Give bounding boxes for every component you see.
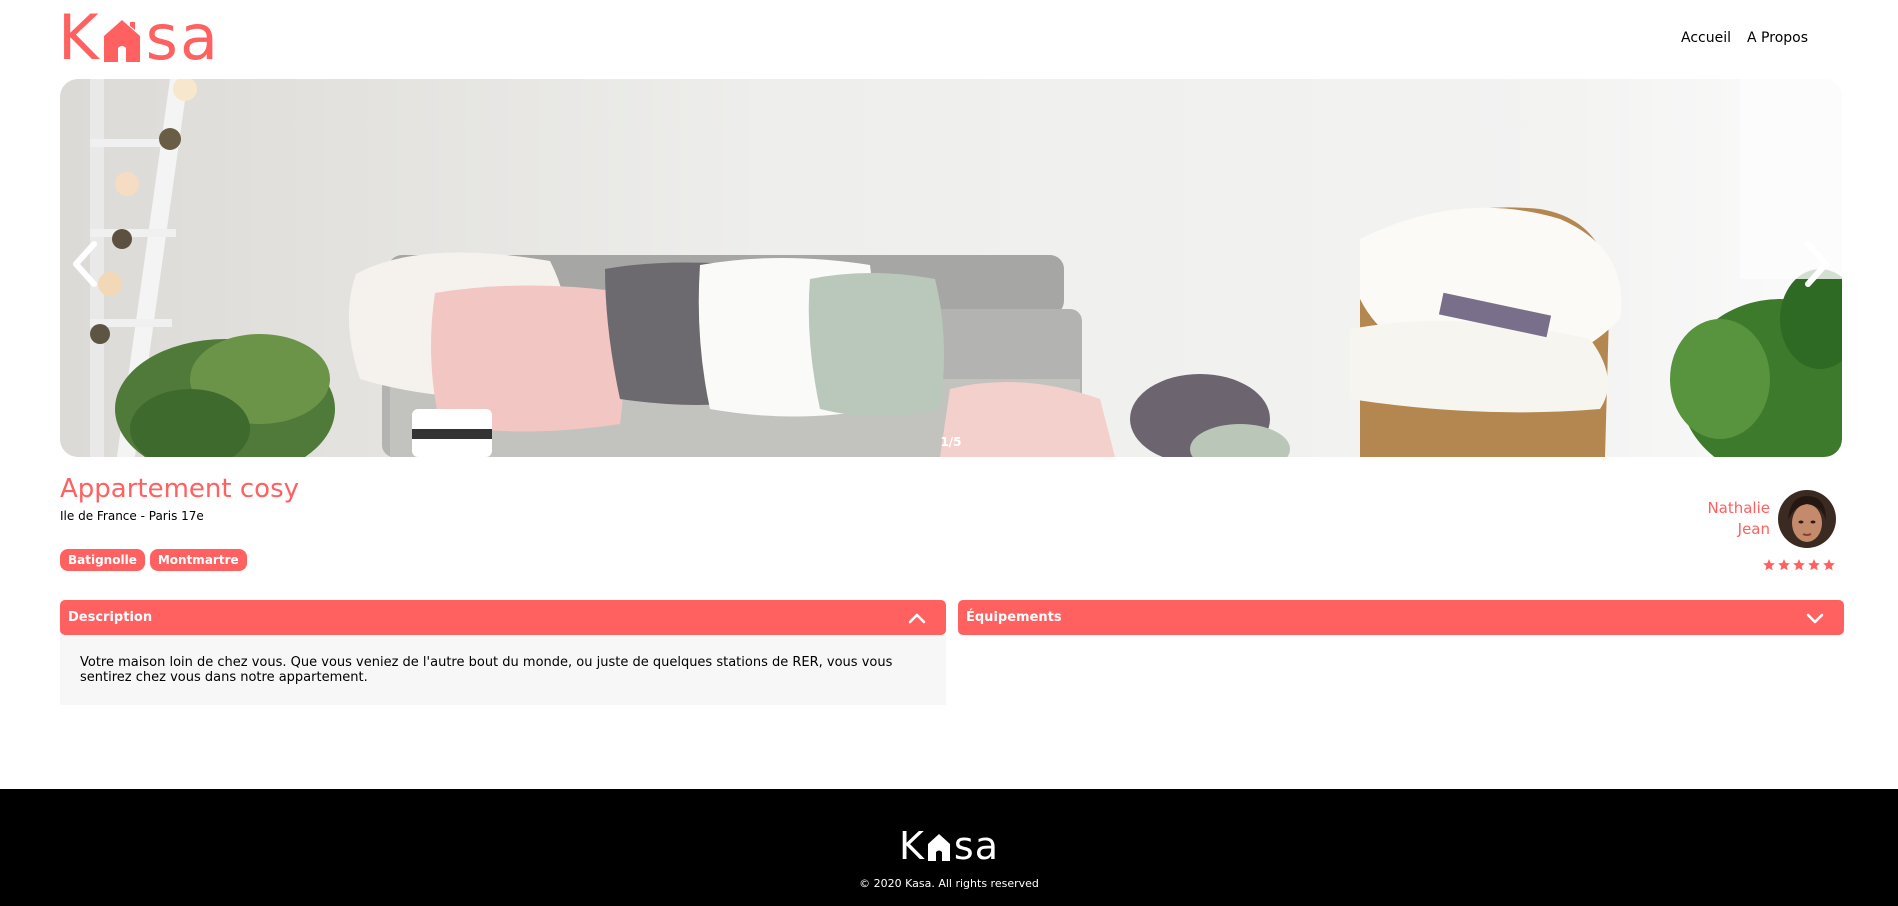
host-avatar	[1778, 490, 1836, 548]
slide-counter: 1/5	[940, 435, 962, 449]
description-title: Description	[68, 610, 153, 625]
host-info: Nathalie Jean	[1707, 490, 1836, 548]
nav-link-a-propos[interactable]: A Propos	[1747, 30, 1808, 46]
chevron-left-icon	[73, 241, 97, 287]
footer-kasa-logo: K sa	[0, 827, 1898, 865]
logo-letters-sa: sa	[145, 1, 220, 74]
chevron-down-icon	[1806, 613, 1824, 623]
equipements-title: Équipements	[966, 610, 1062, 625]
chevron-right-icon	[1805, 241, 1829, 287]
kasa-logo[interactable]: K sa	[58, 1, 220, 74]
house-icon	[927, 834, 950, 861]
avatar-image	[1778, 490, 1836, 548]
tag-batignolle: Batignolle	[60, 549, 145, 571]
listing-location: Ile de France - Paris 17e	[60, 509, 204, 523]
header: K sa Accueil A Propos	[0, 0, 1898, 78]
next-slide-button[interactable]	[1792, 229, 1842, 299]
copyright-text: © 2020 Kasa. All rights reserved	[859, 877, 1039, 890]
tag-list: Batignolle Montmartre	[60, 549, 247, 571]
star-icon	[1763, 559, 1775, 571]
star-icon	[1808, 559, 1820, 571]
listing-title: Appartement cosy	[60, 474, 300, 504]
living-room-photo	[60, 79, 1842, 457]
star-icon	[1793, 559, 1805, 571]
nav-link-accueil[interactable]: Accueil	[1681, 30, 1731, 46]
tag-montmartre: Montmartre	[149, 549, 247, 571]
host-rating	[1762, 558, 1836, 572]
footer-logo-letters-sa: sa	[953, 824, 999, 868]
host-first-name: Nathalie	[1707, 499, 1770, 517]
description-toggle[interactable]: Description	[60, 600, 946, 635]
host-name: Nathalie Jean	[1707, 498, 1770, 540]
equipements-toggle[interactable]: Équipements	[958, 600, 1844, 635]
main-nav: Accueil A Propos	[1681, 30, 1808, 46]
star-icon	[1823, 559, 1835, 571]
description-body: Votre maison loin de chez vous. Que vous…	[60, 635, 946, 705]
house-icon	[103, 20, 140, 62]
slideshow: 1/5	[60, 79, 1842, 457]
star-icon	[1778, 559, 1790, 571]
logo-letter-k: K	[58, 1, 99, 74]
chevron-up-icon	[908, 613, 926, 623]
footer: K sa © 2020 Kasa. All rights reserved	[0, 789, 1898, 906]
description-collapse: Description Votre maison loin de chez vo…	[60, 600, 946, 705]
footer-logo-letter-k: K	[898, 824, 924, 868]
previous-slide-button[interactable]	[60, 229, 110, 299]
equipements-collapse: Équipements	[958, 600, 1844, 635]
host-last-name: Jean	[1737, 520, 1770, 538]
